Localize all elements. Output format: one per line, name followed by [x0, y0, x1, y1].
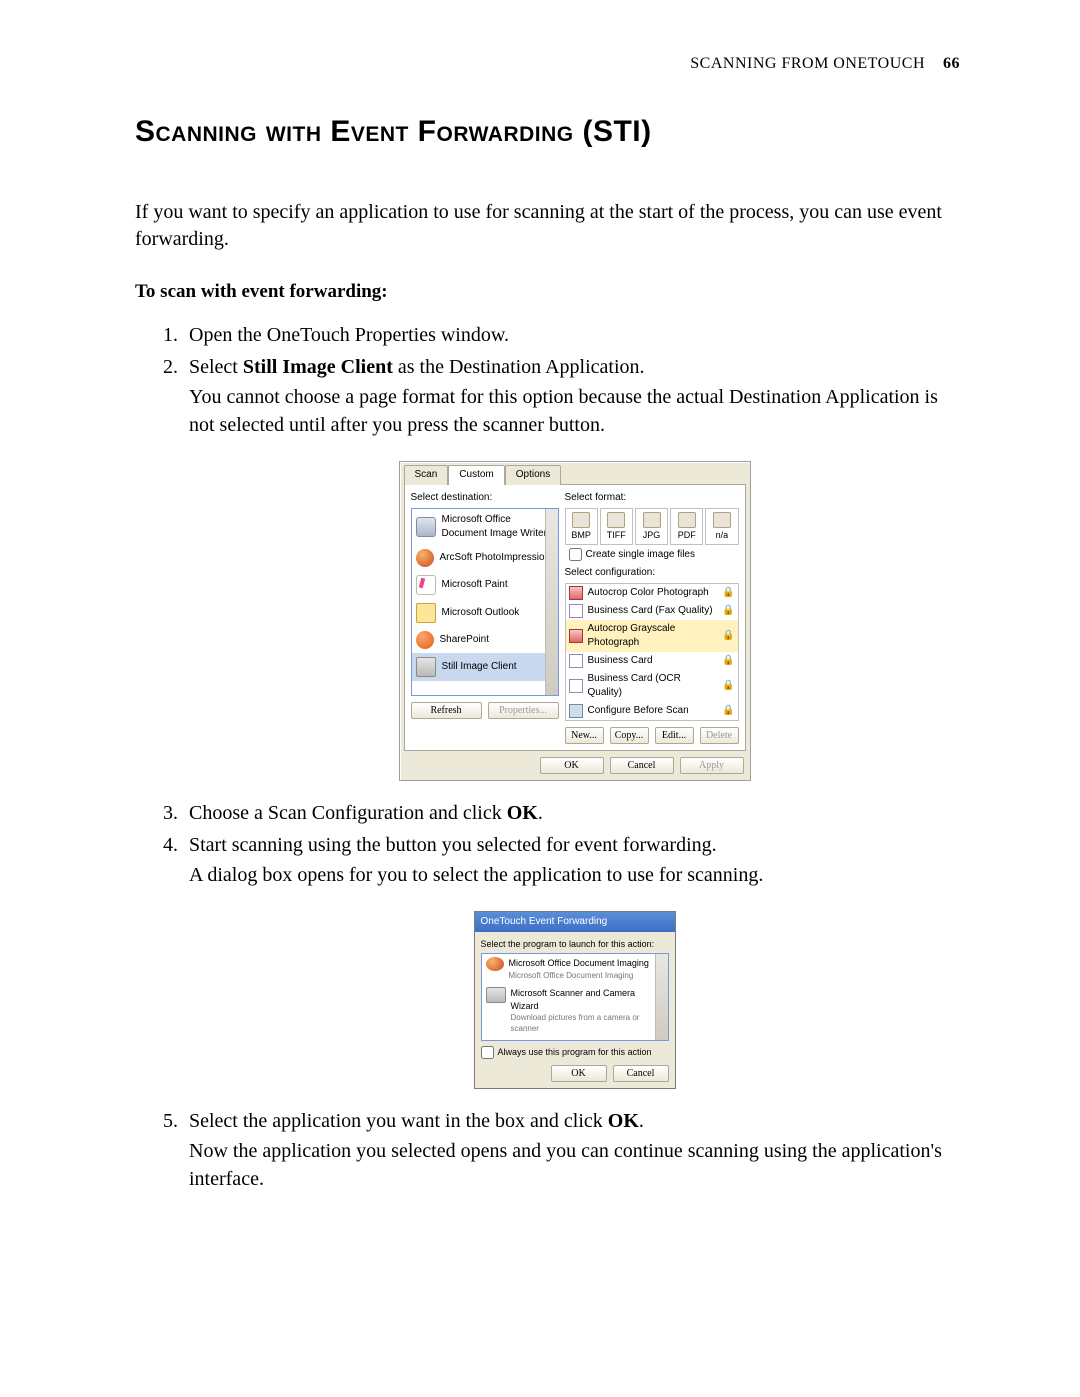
- printer-icon: [416, 517, 436, 537]
- figure-1: Scan Custom Options Select destination: …: [189, 461, 960, 781]
- dialog-prompt: Select the program to launch for this ac…: [481, 938, 669, 951]
- destination-item[interactable]: ArcSoft PhotoImpression: [412, 545, 558, 571]
- tab-options[interactable]: Options: [505, 465, 561, 485]
- checkbox-icon[interactable]: [569, 548, 582, 561]
- destination-item[interactable]: Microsoft Office Document Image Writer: [412, 509, 558, 545]
- tab-scan[interactable]: Scan: [404, 465, 449, 485]
- tab-custom[interactable]: Custom: [448, 465, 504, 485]
- new-button[interactable]: New...: [565, 727, 604, 744]
- card-icon: [569, 654, 583, 668]
- page-number: 66: [943, 55, 960, 72]
- outlook-icon: [416, 603, 436, 623]
- config-item-selected[interactable]: Autocrop Grayscale Photograph🔒: [566, 620, 738, 652]
- program-list[interactable]: Microsoft Office Document ImagingMicroso…: [481, 953, 669, 1041]
- apply-button[interactable]: Apply: [680, 757, 744, 774]
- destination-item[interactable]: Microsoft Outlook: [412, 599, 558, 627]
- program-item[interactable]: Microsoft Office Document ImagingMicroso…: [482, 954, 668, 984]
- always-use-checkbox[interactable]: Always use this program for this action: [481, 1046, 669, 1059]
- ok-button[interactable]: OK: [551, 1065, 607, 1082]
- select-config-label: Select configuration:: [565, 566, 739, 580]
- format-na[interactable]: n/a: [705, 508, 738, 545]
- format-bmp[interactable]: BMP: [565, 508, 598, 545]
- dialog-button-bar: OK Cancel: [481, 1065, 669, 1082]
- onetouch-properties-dialog: Scan Custom Options Select destination: …: [399, 461, 751, 781]
- running-header: Scanning From OneTouch 66: [135, 55, 960, 73]
- arcsoft-icon: [416, 549, 434, 567]
- destination-item[interactable]: SharePoint: [412, 627, 558, 653]
- figure-2: OneTouch Event Forwarding Select the pro…: [189, 911, 960, 1090]
- properties-button[interactable]: Properties...: [488, 702, 559, 719]
- step-1: Open the OneTouch Properties window.: [183, 321, 960, 349]
- copy-button[interactable]: Copy...: [610, 727, 649, 744]
- lock-icon: 🔒: [722, 629, 734, 643]
- step-2: Select Still Image Client as the Destina…: [183, 353, 960, 781]
- page-title: Scanning with Event Forwarding (STI): [135, 115, 960, 149]
- paint-icon: [416, 575, 436, 595]
- card-icon: [569, 604, 583, 618]
- ok-button[interactable]: OK: [540, 757, 604, 774]
- step-5-note: Now the application you selected opens a…: [189, 1137, 960, 1193]
- lock-icon: 🔒: [722, 704, 734, 718]
- config-item[interactable]: Business Card🔒: [566, 652, 738, 670]
- photo-icon: [569, 629, 583, 643]
- card-icon: [569, 679, 583, 693]
- format-tiff[interactable]: TIFF: [600, 508, 633, 545]
- format-row: BMP TIFF JPG PDF n/a: [565, 508, 739, 545]
- tab-body: Select destination: Microsoft Office Doc…: [404, 484, 746, 751]
- step-3: Choose a Scan Configuration and click OK…: [183, 799, 960, 827]
- cancel-button[interactable]: Cancel: [610, 757, 674, 774]
- step-2-note: You cannot choose a page format for this…: [189, 383, 960, 439]
- lock-icon: 🔒: [722, 586, 734, 600]
- config-item[interactable]: Autocrop Color Photograph🔒: [566, 584, 738, 602]
- destination-item[interactable]: Microsoft Paint: [412, 571, 558, 599]
- refresh-button[interactable]: Refresh: [411, 702, 482, 719]
- intro-paragraph: If you want to specify an application to…: [135, 199, 960, 253]
- step-4-note: A dialog box opens for you to select the…: [189, 861, 960, 889]
- program-item[interactable]: Microsoft Scanner and Camera WizardDownl…: [482, 984, 668, 1038]
- config-item[interactable]: Configure Before Scan🔒: [566, 702, 738, 720]
- step-5: Select the application you want in the b…: [183, 1107, 960, 1193]
- format-pdf[interactable]: PDF: [670, 508, 703, 545]
- delete-button[interactable]: Delete: [700, 727, 739, 744]
- procedure-list: Open the OneTouch Properties window. Sel…: [135, 321, 960, 1193]
- config-list[interactable]: Autocrop Color Photograph🔒 Business Card…: [565, 583, 739, 721]
- event-forwarding-dialog: OneTouch Event Forwarding Select the pro…: [474, 911, 676, 1090]
- sti-icon: [416, 657, 436, 677]
- sharepoint-icon: [416, 631, 434, 649]
- destination-list[interactable]: Microsoft Office Document Image Writer A…: [411, 508, 559, 696]
- lock-icon: 🔒: [722, 654, 734, 668]
- edit-button[interactable]: Edit...: [655, 727, 694, 744]
- cancel-button[interactable]: Cancel: [613, 1065, 669, 1082]
- page: Scanning From OneTouch 66 Scanning with E…: [0, 0, 1080, 1397]
- dialog-title: OneTouch Event Forwarding: [475, 912, 675, 932]
- select-destination-label: Select destination:: [411, 491, 559, 505]
- checkbox-icon[interactable]: [481, 1046, 494, 1059]
- create-single-checkbox[interactable]: Create single image files: [569, 548, 739, 562]
- program-icon: [486, 987, 506, 1003]
- format-jpg[interactable]: JPG: [635, 508, 668, 545]
- tab-bar: Scan Custom Options: [400, 462, 750, 484]
- program-icon: [486, 957, 504, 971]
- config-item[interactable]: Business Card (Fax Quality)🔒: [566, 602, 738, 620]
- tool-icon: [569, 704, 583, 718]
- procedure-heading: To scan with event forwarding:: [135, 281, 960, 303]
- lock-icon: 🔒: [722, 604, 734, 618]
- step-4: Start scanning using the button you sele…: [183, 831, 960, 1090]
- select-format-label: Select format:: [565, 491, 739, 505]
- photo-icon: [569, 586, 583, 600]
- lock-icon: 🔒: [722, 679, 734, 693]
- section-name: Scanning From OneTouch: [690, 55, 925, 72]
- destination-item-selected[interactable]: Still Image Client: [412, 653, 558, 681]
- config-item[interactable]: Business Card (OCR Quality)🔒: [566, 670, 738, 702]
- dialog-button-bar: OK Cancel Apply: [400, 751, 750, 780]
